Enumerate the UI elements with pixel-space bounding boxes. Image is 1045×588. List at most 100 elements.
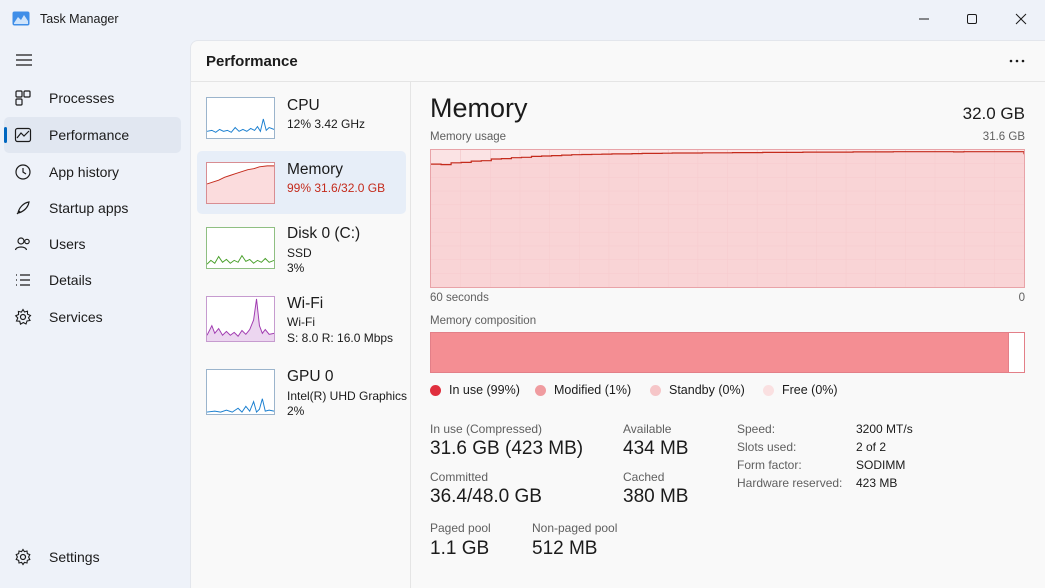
memory-usage-graph xyxy=(430,149,1025,288)
device-name-cpu: CPU xyxy=(287,97,320,114)
spec-slots-value: 2 of 2 xyxy=(856,440,887,454)
main-panel: Performance CPU 12% 3.42 GHz Memory 99% … xyxy=(190,40,1045,588)
legend-modified-label: Modified (1%) xyxy=(554,383,632,397)
device-sub-wifi-speed: S: 8.0 R: 16.0 Mbps xyxy=(287,331,394,345)
disk-thumbnail-graph xyxy=(206,227,275,269)
memory-total: 32.0 GB xyxy=(962,104,1025,123)
minimize-button[interactable] xyxy=(900,0,948,38)
nav-label-performance: Performance xyxy=(49,127,130,143)
stat-cached-value: 380 MB xyxy=(623,486,689,507)
legend-standby-dot xyxy=(650,384,661,396)
spec-hw-reserved-value: 423 MB xyxy=(856,476,898,490)
spec-speed-value: 3200 MT/s xyxy=(856,422,913,436)
stat-available-value: 434 MB xyxy=(623,438,689,459)
nav-label-users: Users xyxy=(49,236,86,252)
nav-label-startup-apps: Startup apps xyxy=(49,200,129,216)
device-item-memory[interactable]: Memory 99% 31.6/32.0 GB xyxy=(197,151,406,214)
nav-item-processes[interactable]: Processes xyxy=(4,80,181,116)
graph-time-zero-label: 0 xyxy=(1018,292,1025,304)
stat-paged-pool-label: Paged pool xyxy=(430,521,491,535)
memory-usage-label: Memory usage xyxy=(430,131,507,143)
spec-form-factor-value: SODIMM xyxy=(856,458,906,472)
stat-committed-value: 36.4/48.0 GB xyxy=(430,486,542,507)
memory-composition-bar xyxy=(430,332,1025,373)
nav-item-performance[interactable]: Performance xyxy=(4,117,181,153)
legend-free-label: Free (0%) xyxy=(782,383,838,397)
spec-speed-key: Speed: xyxy=(737,422,776,436)
device-sub-wifi-type: Wi-Fi xyxy=(287,315,315,329)
memory-thumbnail-graph xyxy=(206,162,275,204)
spec-form-factor-key: Form factor: xyxy=(737,458,802,472)
nav-item-details[interactable]: Details xyxy=(4,262,181,298)
processes-icon xyxy=(15,90,31,106)
legend-in-use-label: In use (99%) xyxy=(449,383,520,397)
details-icon xyxy=(16,274,30,286)
window-title: Task Manager xyxy=(40,12,119,26)
maximize-icon xyxy=(967,14,977,24)
legend-modified-dot xyxy=(535,384,546,396)
memory-usage-plot xyxy=(431,150,1025,287)
active-indicator xyxy=(4,127,7,143)
close-button[interactable] xyxy=(997,0,1045,38)
nav-label-services: Services xyxy=(49,309,103,325)
nav-label-processes: Processes xyxy=(49,90,115,106)
nav-item-startup-apps[interactable]: Startup apps xyxy=(4,190,181,226)
wifi-thumbnail-graph xyxy=(206,296,275,342)
device-name-gpu: GPU 0 xyxy=(287,368,334,385)
nav-item-app-history[interactable]: App history xyxy=(4,154,181,190)
legend-in-use-dot xyxy=(430,384,441,396)
title-bar: Task Manager xyxy=(0,0,1045,38)
stat-nonpaged-pool-label: Non-paged pool xyxy=(532,521,618,535)
nav-item-users[interactable]: Users xyxy=(4,226,181,262)
nav-label-settings: Settings xyxy=(49,549,100,565)
device-name-disk: Disk 0 (C:) xyxy=(287,225,361,242)
device-item-cpu[interactable]: CPU 12% 3.42 GHz xyxy=(197,89,406,147)
device-sub-gpu-model: Intel(R) UHD Graphics xyxy=(287,389,408,403)
legend-free-dot xyxy=(763,384,774,396)
legend-standby-label: Standby (0%) xyxy=(669,383,745,397)
nav-item-services[interactable]: Services xyxy=(4,299,181,335)
legend-in-use: In use (99%) xyxy=(430,383,520,397)
memory-composition-label: Memory composition xyxy=(430,315,537,327)
spec-hw-reserved-key: Hardware reserved: xyxy=(737,476,843,490)
composition-in-use-segment xyxy=(431,333,1010,372)
spec-slots-key: Slots used: xyxy=(737,440,797,454)
settings-icon xyxy=(15,548,31,566)
legend-modified: Modified (1%) xyxy=(535,383,631,397)
nav-label-details: Details xyxy=(49,272,92,288)
nav-item-settings[interactable]: Settings xyxy=(4,539,181,575)
memory-usage-max: 31.6 GB xyxy=(982,131,1025,143)
page-title: Performance xyxy=(206,53,298,70)
device-sub-memory: 99% 31.6/32.0 GB xyxy=(287,181,386,195)
detail-title: Memory xyxy=(430,93,528,123)
device-item-disk[interactable]: Disk 0 (C:) SSD 3% xyxy=(197,219,406,284)
device-name-wifi: Wi-Fi xyxy=(287,295,324,312)
task-manager-app-icon xyxy=(12,11,30,26)
performance-icon xyxy=(14,127,32,143)
minimize-icon xyxy=(919,18,929,20)
device-sub-cpu: 12% 3.42 GHz xyxy=(287,117,366,131)
more-options-icon[interactable] xyxy=(1003,51,1031,71)
device-sub-gpu-usage: 2% xyxy=(287,404,305,418)
startup-icon xyxy=(16,201,30,215)
list-divider xyxy=(410,82,411,588)
close-icon xyxy=(1015,13,1027,25)
nav-label-app-history: App history xyxy=(49,164,120,180)
maximize-button[interactable] xyxy=(948,0,996,38)
device-sub-disk-type: SSD xyxy=(287,246,312,260)
stat-in-use-value: 31.6 GB (423 MB) xyxy=(430,438,584,459)
legend-standby: Standby (0%) xyxy=(650,383,745,397)
cpu-thumbnail-graph xyxy=(206,97,275,139)
history-icon xyxy=(15,164,31,180)
device-name-memory: Memory xyxy=(287,161,343,178)
stat-committed-label: Committed xyxy=(430,470,489,484)
device-sub-disk-usage: 3% xyxy=(287,261,305,275)
graph-time-span-label: 60 seconds xyxy=(430,292,489,304)
gpu-thumbnail-graph xyxy=(206,369,275,415)
header-divider xyxy=(191,81,1045,82)
device-item-gpu[interactable]: GPU 0 Intel(R) UHD Graphics 2% xyxy=(197,361,408,426)
hamburger-menu-icon[interactable] xyxy=(14,52,34,68)
users-icon xyxy=(14,237,30,251)
stat-paged-pool-value: 1.1 GB xyxy=(430,538,490,559)
device-item-wifi[interactable]: Wi-Fi Wi-Fi S: 8.0 R: 16.0 Mbps xyxy=(197,289,406,355)
